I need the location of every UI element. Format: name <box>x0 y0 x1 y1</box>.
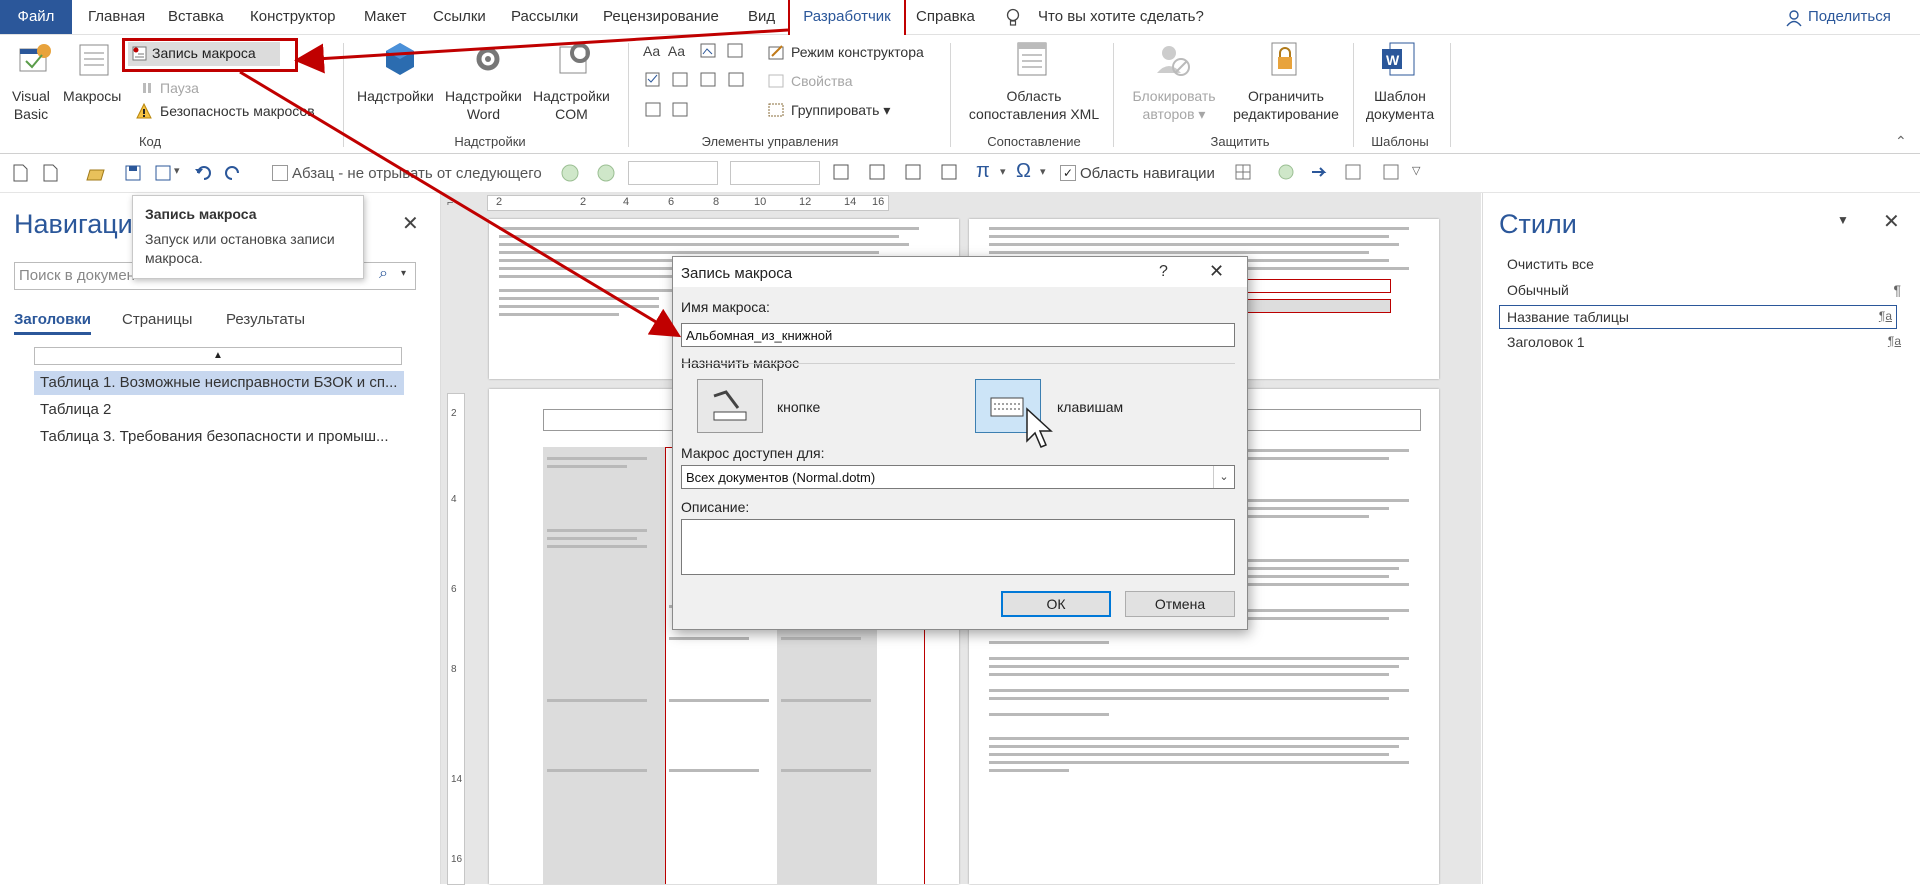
arrow-to-record-macro <box>294 28 789 74</box>
arrow-to-macro-name <box>239 70 682 338</box>
annotation-arrows <box>239 28 789 338</box>
